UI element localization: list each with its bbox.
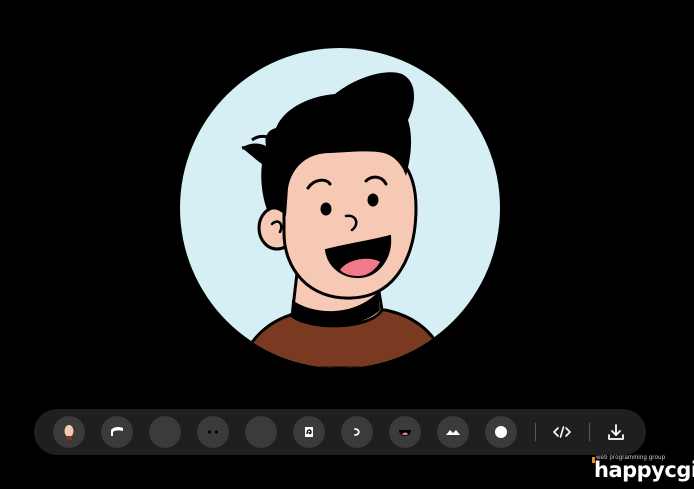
ear-option-icon	[305, 427, 313, 437]
avatar-right-eye	[367, 193, 379, 207]
color-option-button[interactable]	[485, 416, 517, 448]
mouth-option-button[interactable]	[389, 416, 421, 448]
color-option-icon	[495, 426, 507, 438]
nose-option-icon	[354, 428, 360, 436]
eyes-option-button[interactable]	[197, 416, 229, 448]
toolbar-divider	[535, 423, 536, 441]
toolbar	[34, 409, 646, 455]
face-option-icon	[64, 425, 74, 440]
code-icon	[553, 426, 571, 438]
avatar-left-eye	[320, 202, 332, 216]
mouth-option-icon	[399, 430, 411, 436]
beard-option-icon	[446, 430, 460, 435]
avatar-maker-page: web programming group happycgi	[0, 0, 694, 489]
avatar-preview	[180, 48, 500, 368]
beard-option-button[interactable]	[437, 416, 469, 448]
code-button[interactable]	[549, 419, 575, 445]
toolbar-divider-2	[589, 423, 590, 441]
download-button[interactable]	[603, 419, 629, 445]
brand-name: happycgi	[594, 458, 694, 482]
hair-option-icon	[111, 426, 123, 436]
eyes-option-icon	[208, 430, 218, 434]
ear-option-button[interactable]	[293, 416, 325, 448]
hair-option-button[interactable]	[101, 416, 133, 448]
blank-option-button-2[interactable]	[245, 416, 277, 448]
avatar-svg	[180, 48, 500, 368]
nose-option-button[interactable]	[341, 416, 373, 448]
face-option-button[interactable]	[53, 416, 85, 448]
download-icon	[608, 424, 624, 440]
brand-watermark: web programming group happycgi	[592, 455, 694, 487]
blank-option-button[interactable]	[149, 416, 181, 448]
